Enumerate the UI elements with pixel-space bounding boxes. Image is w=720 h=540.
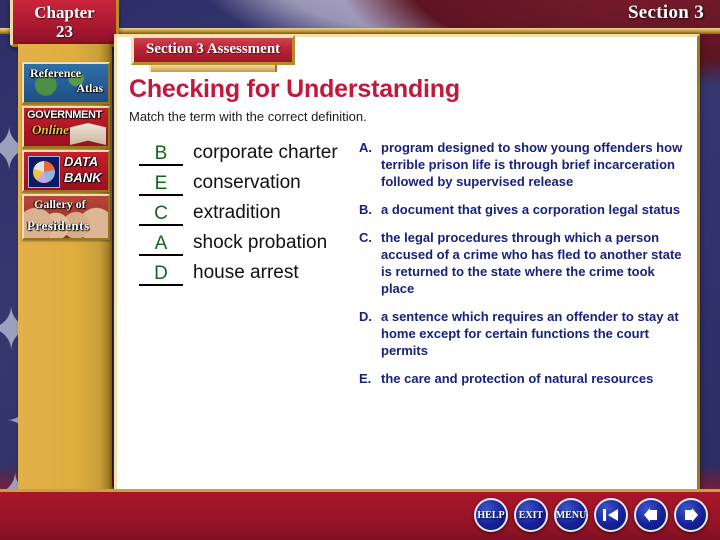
answer-blank[interactable]: D	[139, 263, 183, 286]
next-slide-button[interactable]	[674, 498, 708, 532]
sidebar-item-label: DATA	[64, 154, 99, 169]
page-subtitle: Match the term with the correct definiti…	[129, 109, 367, 124]
sidebar-item-label: Reference	[30, 66, 82, 80]
definition-letter: E.	[359, 371, 372, 386]
term-label: house arrest	[193, 262, 299, 283]
term-row: B corporate charter	[139, 142, 349, 166]
definition-letter: D.	[359, 309, 372, 324]
answer-blank[interactable]: E	[139, 173, 183, 196]
term-label: extradition	[193, 202, 281, 223]
definition-row: E. the care and protection of natural re…	[359, 370, 689, 387]
term-label: corporate charter	[193, 142, 338, 163]
definition-text: a document that gives a corporation lega…	[381, 202, 681, 217]
previous-slide-button[interactable]	[634, 498, 668, 532]
nav-button-group: HELP EXIT MENU	[474, 498, 708, 532]
definition-text: program designed to show young offenders…	[381, 140, 683, 189]
sidebar-item-government-online[interactable]: GOVERNMENT Online	[22, 106, 110, 148]
slide-root: ✦ ✦ ✦ ✦ ✦ ✦ ✦ ✦ Section 3 Chapter 23 Ref…	[0, 0, 720, 540]
definition-row: C. the legal procedures through which a …	[359, 229, 689, 297]
sidebar-item-data-bank[interactable]: DATA BANK	[22, 150, 110, 192]
term-label: shock probation	[193, 232, 328, 253]
sidebar: Reference Atlas GOVERNMENT Online DATA B…	[18, 44, 112, 492]
chapter-number: 23	[56, 21, 73, 41]
term-label: conservation	[193, 172, 301, 193]
section-label: Section 3	[627, 2, 704, 23]
help-button[interactable]: HELP	[474, 498, 508, 532]
definition-row: B. a document that gives a corporation l…	[359, 201, 689, 218]
definition-text: the care and protection of natural resou…	[381, 371, 654, 386]
assessment-banner: Section 3 Assessment	[131, 35, 296, 72]
first-slide-button[interactable]	[594, 498, 628, 532]
definition-row: D. a sentence which requires an offender…	[359, 308, 689, 359]
definition-row: A. program designed to show young offend…	[359, 139, 689, 190]
chapter-word: Chapter	[34, 2, 95, 22]
term-row: C extradition	[139, 202, 349, 226]
menu-button[interactable]: MENU	[554, 498, 588, 532]
chapter-plaque: Chapter 23	[10, 0, 119, 47]
bottom-navigation-bar: HELP EXIT MENU	[0, 489, 720, 540]
first-arrow-icon	[603, 509, 618, 521]
exit-button[interactable]: EXIT	[514, 498, 548, 532]
answer-blank[interactable]: C	[139, 203, 183, 226]
sidebar-item-label: Atlas	[76, 81, 103, 95]
sidebar-item-label: Online	[32, 122, 69, 137]
pie-chart-icon	[28, 156, 60, 188]
answer-blank[interactable]: B	[139, 143, 183, 166]
sidebar-item-reference-atlas[interactable]: Reference Atlas	[22, 62, 110, 104]
term-row: D house arrest	[139, 262, 349, 286]
sidebar-item-label: Presidents	[27, 218, 90, 233]
definition-letter: C.	[359, 230, 372, 245]
forward-arrow-icon	[685, 508, 698, 522]
sidebar-item-label: Gallery of	[34, 197, 86, 211]
terms-column: B corporate charter E conservation C ext…	[139, 142, 349, 292]
definition-letter: A.	[359, 140, 372, 155]
definition-text: the legal procedures through which a per…	[381, 230, 682, 296]
banner-base	[149, 65, 278, 72]
sidebar-item-gallery-of-presidents[interactable]: Gallery of Presidents	[22, 194, 110, 240]
definition-letter: B.	[359, 202, 372, 217]
term-row: E conservation	[139, 172, 349, 196]
sidebar-item-label: GOVERNMENT	[27, 109, 102, 121]
content-panel: Section 3 Assessment Checking for Unders…	[114, 34, 700, 492]
definitions-column: A. program designed to show young offend…	[359, 139, 689, 398]
definition-text: a sentence which requires an offender to…	[381, 309, 679, 358]
term-row: A shock probation	[139, 232, 349, 256]
sidebar-item-label: BANK	[64, 170, 102, 185]
page-title: Checking for Understanding	[129, 75, 460, 103]
assessment-banner-label: Section 3 Assessment	[131, 35, 296, 65]
answer-blank[interactable]: A	[139, 233, 183, 256]
back-arrow-icon	[644, 508, 657, 522]
book-icon	[70, 123, 106, 145]
